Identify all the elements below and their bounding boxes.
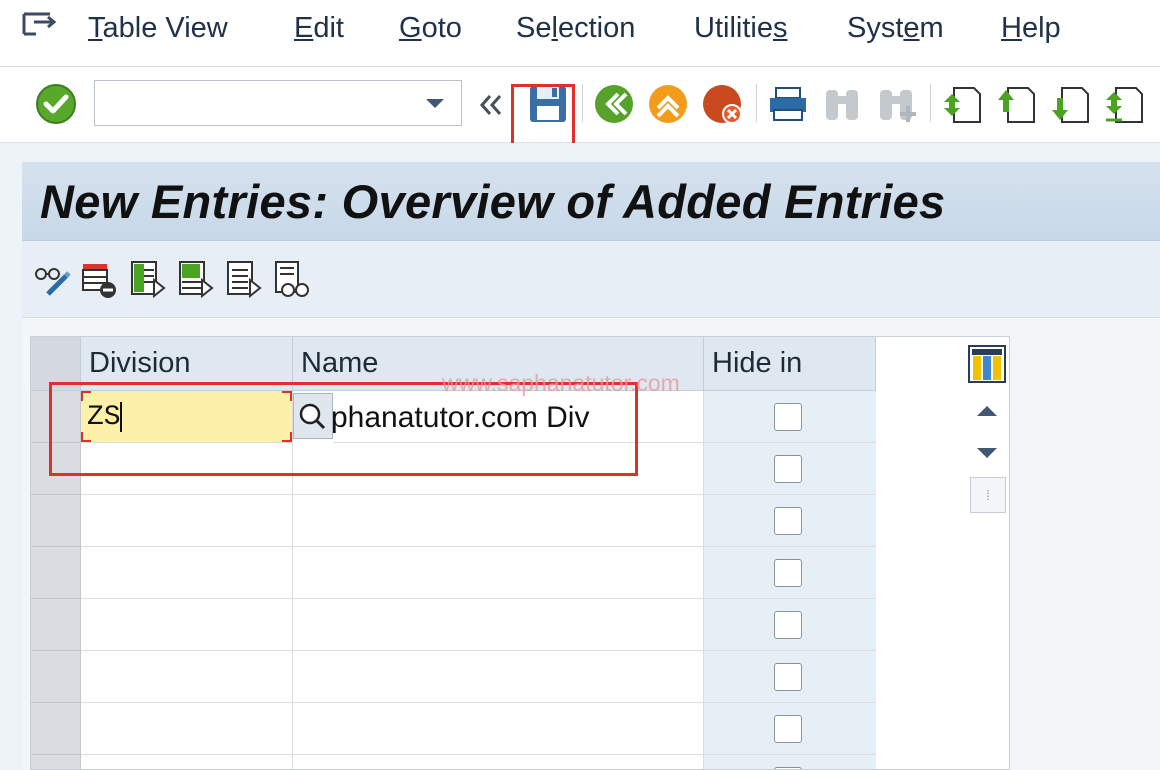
name-cell[interactable] [293, 755, 704, 769]
name-cell[interactable] [293, 703, 704, 755]
hide-cell [704, 599, 876, 651]
name-cell[interactable] [293, 599, 704, 651]
display-change-icon[interactable] [32, 258, 72, 300]
last-page-icon[interactable] [1102, 82, 1146, 126]
division-cell[interactable] [81, 495, 293, 547]
name-cell[interactable] [293, 651, 704, 703]
hide-cell [704, 391, 876, 443]
find-icon[interactable] [820, 82, 864, 126]
row-selector[interactable] [31, 599, 81, 651]
division-cell[interactable] [81, 599, 293, 651]
watermark: www.saphanatutor.com [442, 370, 680, 396]
hide-cell [704, 703, 876, 755]
table-settings-icon[interactable] [968, 345, 1006, 383]
enter-icon[interactable] [34, 82, 78, 126]
menu-bar: Table View Edit Goto Selection Utilities… [0, 0, 1160, 67]
name-cell[interactable] [293, 547, 704, 599]
column-header-hide-in[interactable]: Hide in [704, 337, 876, 391]
division-cell[interactable] [81, 703, 293, 755]
collapse-icon[interactable] [476, 88, 506, 122]
menu-table-view[interactable]: Table View [88, 12, 228, 45]
menu-utilities[interactable]: Utilities [694, 12, 787, 45]
menu-system[interactable]: System [847, 12, 944, 45]
hide-checkbox[interactable] [774, 507, 802, 535]
print-field-icon[interactable] [272, 258, 312, 300]
delete-icon[interactable] [80, 258, 120, 300]
row-selector[interactable] [31, 755, 81, 769]
menu-toggle-icon[interactable] [20, 8, 58, 40]
scroll-down-icon[interactable] [968, 436, 1006, 470]
toolbar-separator [582, 84, 583, 122]
row-selector[interactable] [31, 547, 81, 599]
command-input[interactable] [101, 89, 415, 119]
row-selector[interactable] [31, 495, 81, 547]
select-all-icon[interactable] [128, 258, 168, 300]
toolbar-separator [756, 84, 757, 122]
hide-checkbox[interactable] [774, 403, 802, 431]
save-button-highlight [511, 84, 575, 148]
scrollbar-thumb[interactable]: ⁞ [970, 477, 1006, 513]
deselect-all-icon[interactable] [224, 258, 264, 300]
hide-checkbox[interactable] [774, 663, 802, 691]
division-cell[interactable] [81, 547, 293, 599]
previous-page-icon[interactable] [994, 82, 1038, 126]
select-block-icon[interactable] [176, 258, 216, 300]
division-cell[interactable] [81, 755, 293, 769]
hide-cell [704, 495, 876, 547]
hide-checkbox[interactable] [774, 559, 802, 587]
menu-goto[interactable]: Goto [399, 12, 462, 45]
first-page-icon[interactable] [940, 82, 984, 126]
exit-icon[interactable] [646, 82, 690, 126]
menu-selection[interactable]: Selection [516, 12, 635, 45]
toolbar-separator [930, 84, 931, 122]
name-cell[interactable] [293, 495, 704, 547]
back-icon[interactable] [592, 82, 636, 126]
hide-cell [704, 755, 876, 769]
hide-cell [704, 651, 876, 703]
cancel-icon[interactable] [700, 82, 744, 126]
hide-checkbox[interactable] [774, 611, 802, 639]
chevron-down-icon[interactable] [423, 93, 447, 113]
find-next-icon[interactable] [874, 82, 918, 126]
print-icon[interactable] [766, 82, 810, 126]
next-page-icon[interactable] [1048, 82, 1092, 126]
hide-checkbox[interactable] [774, 455, 802, 483]
scroll-up-icon[interactable] [968, 394, 1006, 428]
division-cell[interactable] [81, 651, 293, 703]
hide-checkbox[interactable] [774, 715, 802, 743]
row-selector[interactable] [31, 703, 81, 755]
page-title: New Entries: Overview of Added Entries [40, 175, 946, 228]
row-selector[interactable] [31, 651, 81, 703]
hide-cell [704, 547, 876, 599]
hide-cell [704, 443, 876, 495]
menu-help[interactable]: Help [1001, 12, 1061, 45]
menu-edit[interactable]: Edit [294, 12, 344, 45]
command-field[interactable] [94, 80, 462, 126]
